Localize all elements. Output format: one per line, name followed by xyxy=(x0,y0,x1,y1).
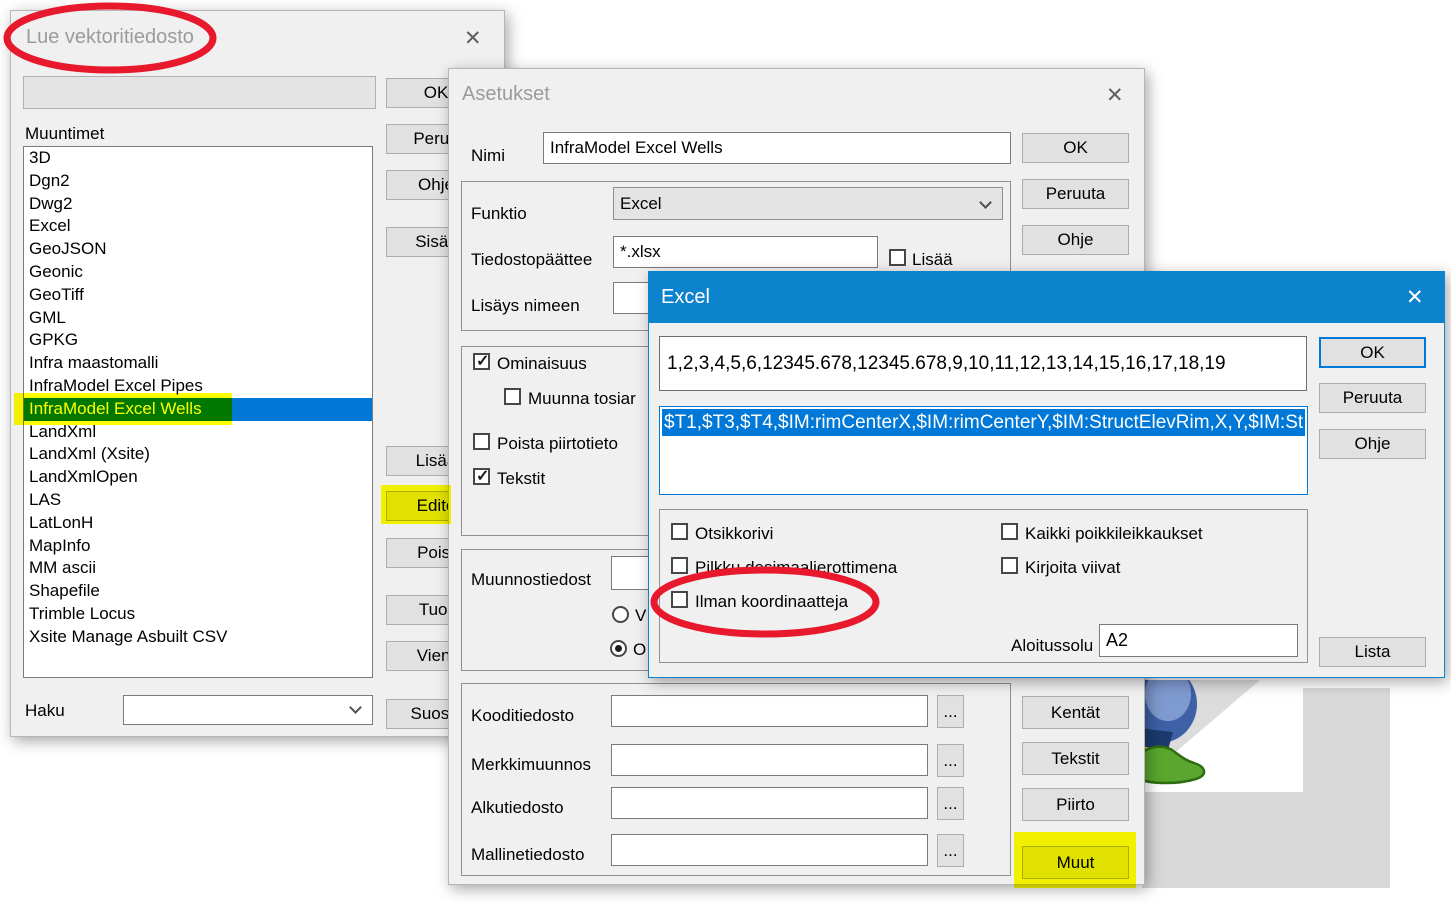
code-file-input[interactable] xyxy=(611,695,928,727)
converter-item[interactable]: Dwg2 xyxy=(24,193,372,216)
screenshot-root: Lue vektoritiedosto ✕ Muuntimet 3D Dgn2 … xyxy=(0,0,1451,909)
start-file-input[interactable] xyxy=(611,787,928,819)
char-conversion-label: Merkkimuunnos xyxy=(471,755,609,775)
cancel-button[interactable]: Peruuta xyxy=(1319,383,1426,413)
add-extension-checkbox-label: Lisää xyxy=(912,250,953,270)
no-coordinates-checkbox-label: Ilman koordinaatteja xyxy=(695,592,848,612)
close-icon[interactable]: ✕ xyxy=(464,28,482,49)
remove-drawinfo-checkbox-label: Poista piirtotieto xyxy=(497,434,618,454)
name-label: Nimi xyxy=(471,146,505,166)
name-suffix-label: Lisäys nimeen xyxy=(471,296,580,316)
converter-item[interactable]: LandXml (Xsite) xyxy=(24,443,372,466)
comma-decimal-checkbox[interactable] xyxy=(671,557,688,574)
add-extension-checkbox[interactable] xyxy=(889,249,906,266)
code-file-browse-button[interactable]: ... xyxy=(937,695,964,728)
converter-item[interactable]: Infra maastomalli xyxy=(24,352,372,375)
converter-item[interactable]: MapInfo xyxy=(24,535,372,558)
radio-o-label: O xyxy=(633,640,646,660)
remove-drawinfo-checkbox[interactable] xyxy=(473,433,490,450)
function-label: Funktio xyxy=(471,204,527,224)
converter-item[interactable]: Excel xyxy=(24,215,372,238)
dialog-title: Lue vektoritiedosto xyxy=(26,26,194,49)
template-file-browse-button[interactable]: ... xyxy=(937,834,964,867)
template-file-label: Mallinetiedosto xyxy=(471,845,584,865)
fields-selected-line: $T1,$T3,$T4,$IM:rimCenterX,$IM:rimCenter… xyxy=(662,409,1305,436)
convert-real-checkbox-label: Muunna tosiar xyxy=(528,389,636,409)
char-conversion-input[interactable] xyxy=(611,744,928,776)
template-file-input[interactable] xyxy=(611,834,928,866)
dialog-title: Excel xyxy=(661,286,710,309)
header-row-checkbox[interactable] xyxy=(671,523,688,540)
all-cross-sections-checkbox-label: Kaikki poikkileikkaukset xyxy=(1025,524,1203,544)
property-checkbox[interactable] xyxy=(473,353,490,370)
converter-item[interactable]: Trimble Locus xyxy=(24,603,372,626)
converter-item[interactable]: Dgn2 xyxy=(24,170,372,193)
extension-label: Tiedostopäättee xyxy=(471,250,611,270)
name-input[interactable] xyxy=(543,132,1011,164)
converters-list-label: Muuntimet xyxy=(25,124,104,144)
converter-item[interactable]: LandXmlOpen xyxy=(24,466,372,489)
texts-checkbox[interactable] xyxy=(473,468,490,485)
dialog-title: Asetukset xyxy=(462,83,550,106)
write-lines-checkbox-label: Kirjoita viivat xyxy=(1025,558,1120,578)
all-cross-sections-checkbox[interactable] xyxy=(1001,523,1018,540)
converter-item[interactable]: Geonic xyxy=(24,261,372,284)
list-button[interactable]: Lista xyxy=(1319,637,1426,667)
clipart-panel xyxy=(1142,680,1303,792)
converter-item[interactable]: Shapefile xyxy=(24,580,372,603)
columns-field-value: 1,2,3,4,5,6,12345.678,12345.678,9,10,11,… xyxy=(667,353,1226,375)
fields-button[interactable]: Kentät xyxy=(1022,696,1129,729)
conversion-file-label: Muunnostiedost xyxy=(471,570,609,590)
texts-checkbox-label: Tekstit xyxy=(497,469,545,489)
comma-decimal-checkbox-label: Pilkku desimaalierottimena xyxy=(695,558,897,578)
search-combobox[interactable] xyxy=(123,695,373,725)
converter-item[interactable]: LatLonH xyxy=(24,512,372,535)
excel-dialog: Excel ✕ 1,2,3,4,5,6,12345.678,12345.678,… xyxy=(648,271,1445,678)
close-icon[interactable]: ✕ xyxy=(1406,287,1424,308)
ok-button[interactable]: OK xyxy=(1022,133,1129,163)
converter-item[interactable]: GML xyxy=(24,307,372,330)
converter-item[interactable]: GPKG xyxy=(24,329,372,352)
filename-input[interactable] xyxy=(23,76,376,109)
converter-item[interactable]: Xsite Manage Asbuilt CSV xyxy=(24,626,372,649)
converter-item[interactable]: GeoJSON xyxy=(24,238,372,261)
search-label: Haku xyxy=(25,701,65,721)
start-cell-label: Aloitussolu xyxy=(1011,636,1093,656)
property-checkbox-label: Ominaisuus xyxy=(497,354,587,374)
radio-o[interactable] xyxy=(610,640,627,657)
cancel-button[interactable]: Peruuta xyxy=(1022,179,1129,209)
convert-real-checkbox[interactable] xyxy=(504,388,521,405)
highlight-other-button xyxy=(1014,832,1136,888)
function-dropdown[interactable]: Excel xyxy=(613,187,1003,220)
columns-field[interactable]: 1,2,3,4,5,6,12345.678,12345.678,9,10,11,… xyxy=(659,336,1307,391)
char-conversion-browse-button[interactable]: ... xyxy=(937,744,964,777)
radio-v[interactable] xyxy=(612,606,629,623)
start-file-label: Alkutiedosto xyxy=(471,798,564,818)
no-coordinates-checkbox[interactable] xyxy=(671,591,688,608)
close-icon[interactable]: ✕ xyxy=(1106,85,1124,106)
code-file-label: Kooditiedosto xyxy=(471,706,574,726)
excel-titlebar: Excel ✕ xyxy=(649,272,1444,323)
start-file-browse-button[interactable]: ... xyxy=(937,787,964,820)
extension-input[interactable] xyxy=(613,236,878,268)
ok-button[interactable]: OK xyxy=(1319,337,1426,368)
start-cell-input[interactable] xyxy=(1099,624,1298,657)
highlight-selected-converter xyxy=(14,393,232,425)
converter-item[interactable]: LAS xyxy=(24,489,372,512)
converter-item[interactable]: GeoTiff xyxy=(24,284,372,307)
radio-v-label: V xyxy=(635,606,646,626)
header-row-checkbox-label: Otsikkorivi xyxy=(695,524,773,544)
draw-button[interactable]: Piirto xyxy=(1022,788,1129,821)
write-lines-checkbox[interactable] xyxy=(1001,557,1018,574)
mascot-figure-image xyxy=(1142,680,1303,792)
converter-item[interactable]: MM ascii xyxy=(24,557,372,580)
help-button[interactable]: Ohje xyxy=(1319,429,1426,459)
fields-textarea[interactable]: $T1,$T3,$T4,$IM:rimCenterX,$IM:rimCenter… xyxy=(659,406,1308,495)
read-vector-file-dialog: Lue vektoritiedosto ✕ Muuntimet 3D Dgn2 … xyxy=(10,10,505,737)
help-button[interactable]: Ohje xyxy=(1022,225,1129,255)
highlight-edit-button xyxy=(381,485,451,524)
converter-item[interactable]: 3D xyxy=(24,147,372,170)
texts-button[interactable]: Tekstit xyxy=(1022,742,1129,775)
